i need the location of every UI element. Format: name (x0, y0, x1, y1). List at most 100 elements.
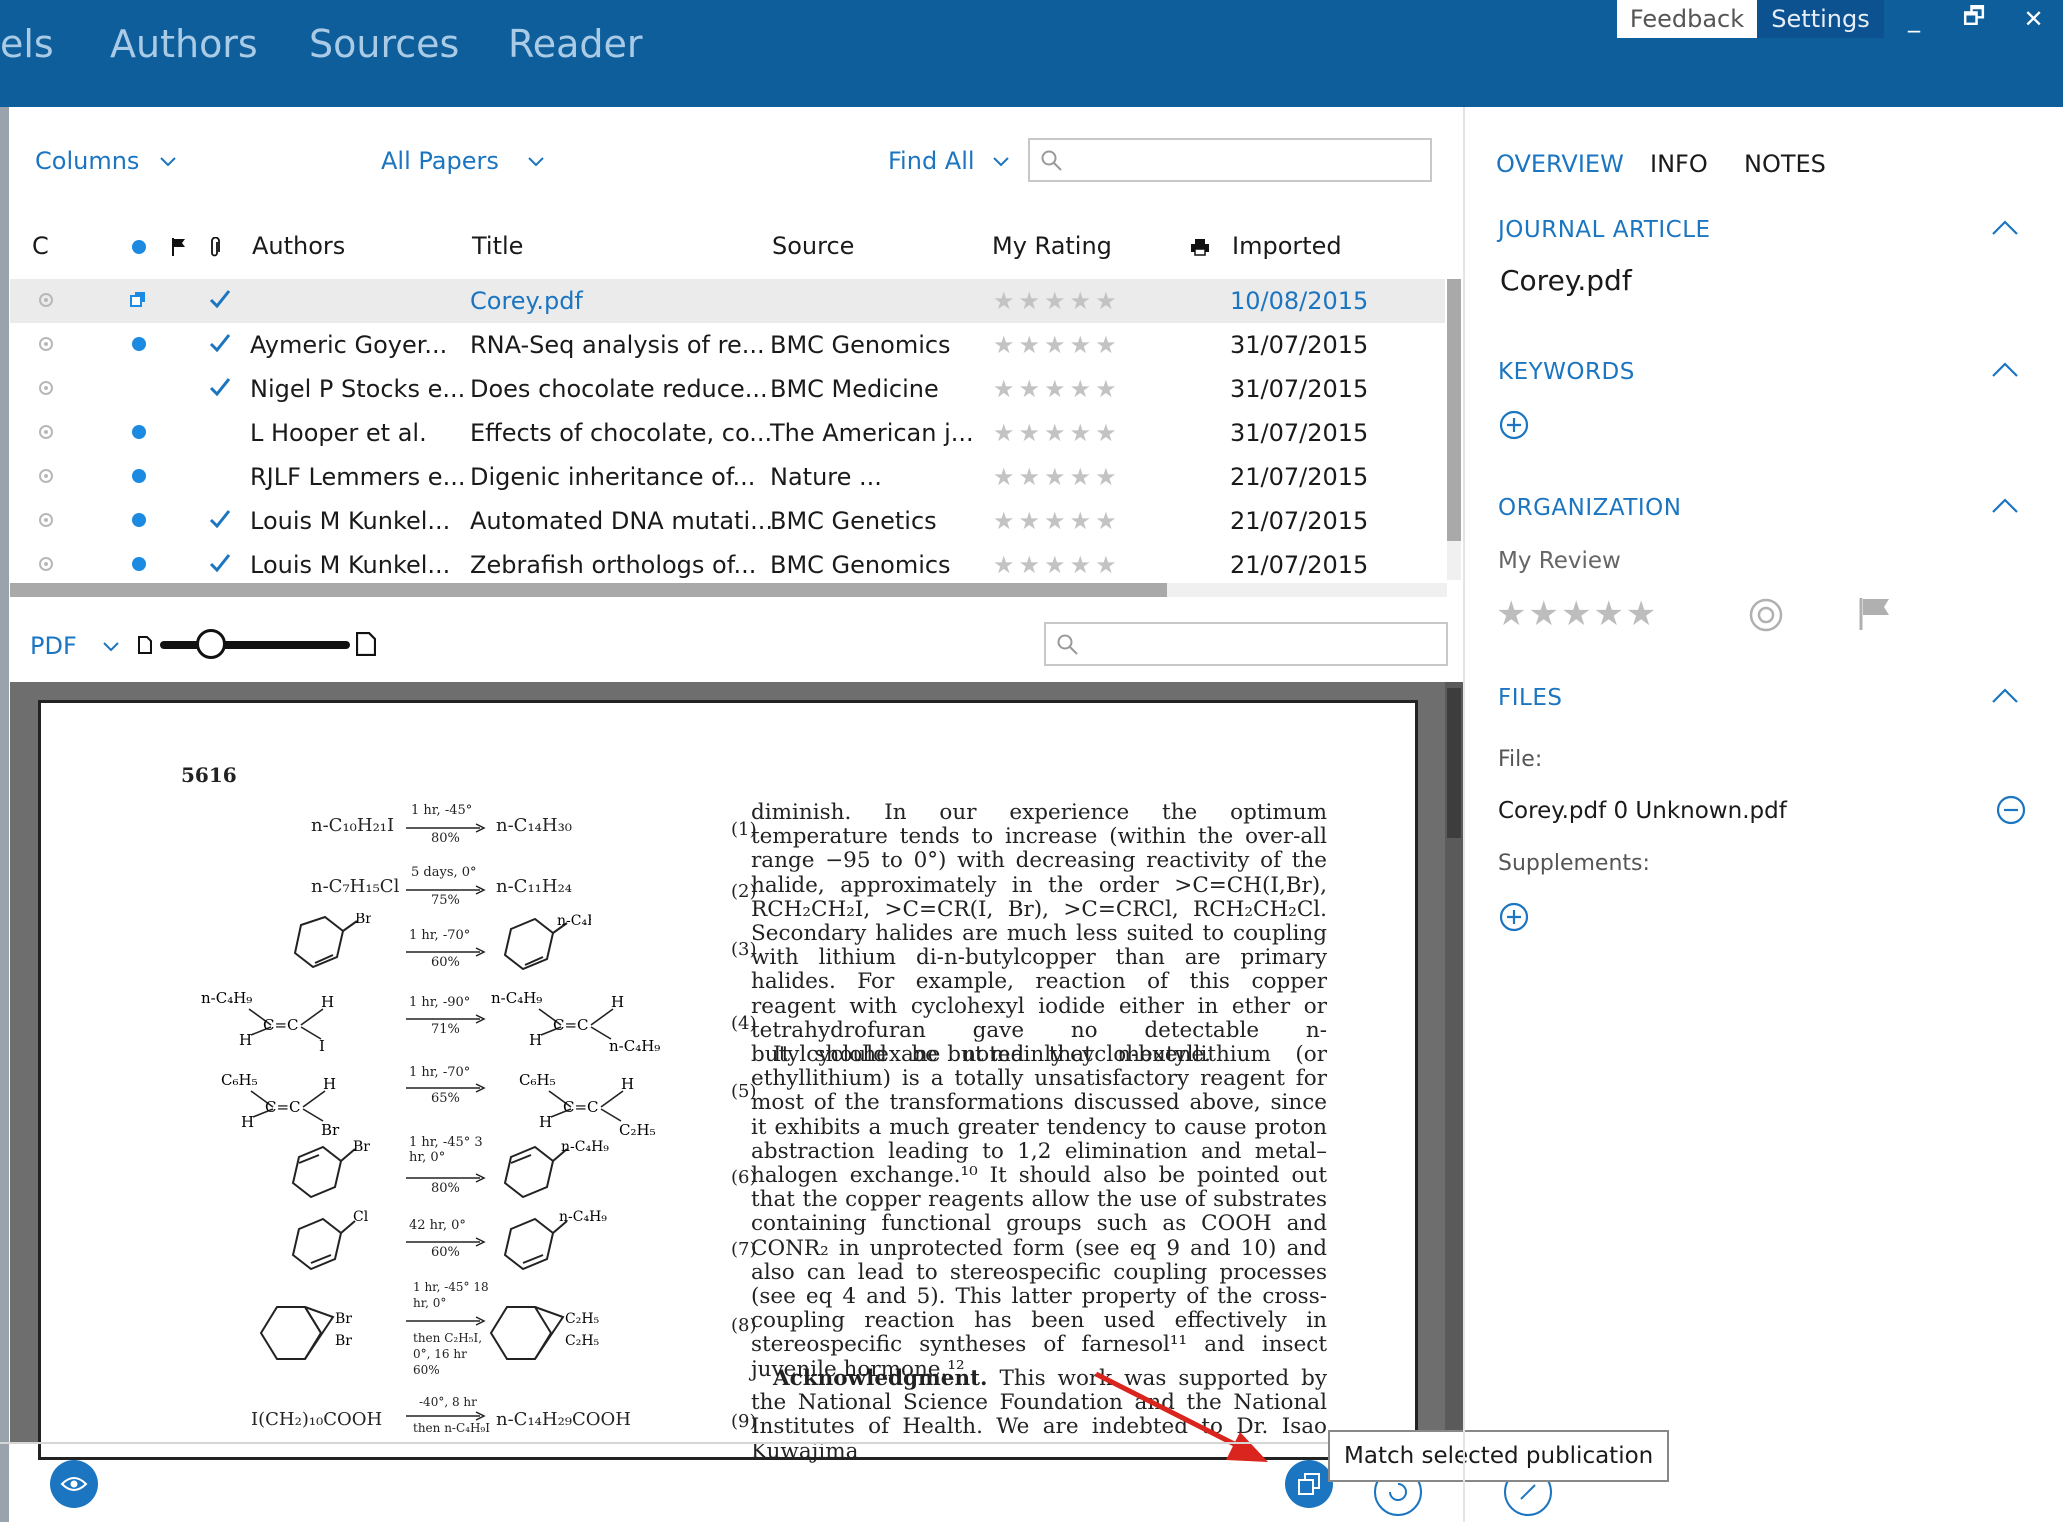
col-header-unread-icon[interactable] (132, 240, 146, 254)
organization-heading: ORGANIZATION (1498, 495, 1682, 521)
tab-notes[interactable]: NOTES (1744, 150, 1826, 178)
check-icon[interactable] (208, 287, 232, 311)
row-rating-stars[interactable]: ★★★★★ (993, 331, 1121, 359)
settings-button[interactable]: Settings (1757, 0, 1884, 38)
close-button[interactable]: ✕ (2004, 0, 2063, 38)
flag-icon[interactable] (1858, 596, 1892, 632)
read-status-icon[interactable] (1748, 597, 1784, 633)
add-supplement-icon[interactable] (1498, 901, 1530, 933)
all-papers-dropdown[interactable]: All Papers (381, 147, 545, 175)
check-icon[interactable] (208, 551, 232, 575)
row-rating-stars[interactable]: ★★★★★ (993, 551, 1121, 579)
chevron-up-icon[interactable] (1990, 492, 2020, 522)
columns-dropdown[interactable]: Columns (35, 147, 177, 175)
table-row[interactable]: RJLF Lemmers e... Digenic inheritance of… (10, 455, 1445, 499)
review-stars[interactable]: ★★★★★ (1496, 594, 1658, 634)
table-row[interactable]: Nigel P Stocks e... Does chocolate reduc… (10, 367, 1445, 411)
table-row[interactable]: Louis M Kunkel... Automated DNA mutati..… (10, 499, 1445, 543)
row-rating-stars[interactable]: ★★★★★ (993, 507, 1121, 535)
row-authors: RJLF Lemmers e... (250, 463, 466, 491)
row-rating-stars[interactable]: ★★★★★ (993, 287, 1121, 315)
tab-info[interactable]: INFO (1650, 150, 1708, 178)
library-search[interactable] (1028, 138, 1432, 182)
chevron-up-icon[interactable] (1990, 682, 2020, 712)
read-status-icon[interactable] (39, 425, 53, 439)
keywords-heading: KEYWORDS (1498, 359, 1635, 385)
chevron-up-icon[interactable] (1990, 214, 2020, 244)
remove-file-icon[interactable] (1995, 794, 2027, 826)
read-status-icon[interactable] (39, 557, 53, 571)
file-name[interactable]: Corey.pdf 0 Unknown.pdf (1498, 798, 1787, 824)
row-rating-stars[interactable]: ★★★★★ (993, 463, 1121, 491)
check-icon[interactable] (208, 375, 232, 399)
table-row[interactable]: L Hooper et al. Effects of chocolate, co… (10, 411, 1445, 455)
tab-reader[interactable]: Reader (508, 22, 642, 78)
read-status-icon[interactable] (39, 337, 53, 351)
eq9-yield: then n-C₄H₉I (413, 1421, 490, 1435)
library-search-input[interactable] (1074, 144, 1424, 176)
row-rating-stars[interactable]: ★★★★★ (993, 419, 1121, 447)
row-title: Corey.pdf (470, 287, 583, 315)
read-status-icon[interactable] (39, 293, 53, 307)
col-header-source[interactable]: Source (772, 232, 854, 260)
tab-overview[interactable]: OVERVIEW (1496, 150, 1624, 178)
sync-icon (1389, 1483, 1407, 1501)
read-status-icon[interactable] (39, 513, 53, 527)
chevron-up-icon[interactable] (1990, 356, 2020, 386)
supplements-label: Supplements: (1498, 851, 1650, 876)
tab-models[interactable]: els (0, 22, 54, 78)
list-hscroll-thumb[interactable] (10, 583, 1167, 597)
check-icon[interactable] (208, 331, 232, 355)
annotation-arrow (1094, 1371, 1268, 1462)
tab-sources[interactable]: Sources (309, 22, 459, 78)
flag-icon[interactable] (171, 237, 187, 257)
view-mode-label: PDF (30, 632, 77, 660)
eq4-condition: 1 hr, -90° (409, 995, 471, 1010)
document-search[interactable] (1044, 622, 1448, 666)
paperclip-icon[interactable] (209, 237, 221, 259)
row-title: Effects of chocolate, co... (470, 419, 773, 447)
eq2-reactant: n-C₇H₁₅Cl (311, 876, 400, 897)
check-icon[interactable] (208, 507, 232, 531)
row-rating-stars[interactable]: ★★★★★ (993, 375, 1121, 403)
eye-button[interactable] (50, 1460, 98, 1508)
eq6-yield: 80% (431, 1181, 460, 1196)
read-status-icon[interactable] (39, 469, 53, 483)
svg-text:C₂H₅: C₂H₅ (565, 1311, 600, 1327)
pdf-scrollbar-thumb[interactable] (1447, 688, 1461, 838)
col-header-authors[interactable]: Authors (252, 232, 345, 260)
files-heading: FILES (1498, 685, 1563, 711)
row-imported: 21/07/2015 (1230, 507, 1369, 535)
print-icon[interactable] (1190, 238, 1210, 256)
add-keyword-icon[interactable] (1498, 409, 1530, 441)
svg-text:n-C₄H₉: n-C₄H₉ (559, 1209, 607, 1225)
table-row[interactable]: Corey.pdf ★★★★★ 10/08/2015 (10, 279, 1445, 323)
svg-text:Cl: Cl (353, 1209, 369, 1225)
row-title: RNA-Seq analysis of re... (470, 331, 765, 359)
col-header-c[interactable]: C (32, 232, 49, 260)
feedback-button[interactable]: Feedback (1617, 0, 1757, 38)
minimize-button[interactable]: _ (1884, 0, 1944, 38)
zoom-slider-track[interactable] (160, 641, 350, 649)
find-all-dropdown[interactable]: Find All (888, 147, 1010, 175)
tab-authors[interactable]: Authors (110, 22, 258, 78)
list-scrollbar-thumb[interactable] (1447, 279, 1461, 541)
table-row[interactable]: Aymeric Goyer... RNA-Seq analysis of re.… (10, 323, 1445, 367)
col-header-rating[interactable]: My Rating (992, 232, 1112, 260)
col-header-imported[interactable]: Imported (1232, 232, 1342, 260)
table-row[interactable]: Louis M Kunkel... Zebrafish orthologs of… (10, 543, 1445, 587)
eq1-reactant: n-C₁₀H₂₁I (311, 815, 395, 836)
eq5-condition: 1 hr, -70° (409, 1065, 471, 1080)
chevron-down-icon (160, 157, 176, 167)
zoom-slider-thumb[interactable] (196, 629, 227, 659)
journal-article-heading: JOURNAL ARTICLE (1498, 217, 1711, 243)
duplicate-icon[interactable] (130, 291, 146, 307)
col-header-title[interactable]: Title (472, 232, 523, 260)
row-imported: 31/07/2015 (1230, 419, 1369, 447)
row-source: BMC Genetics (770, 507, 937, 535)
match-publication-button[interactable] (1285, 1460, 1333, 1508)
butylcyclohexene-structure: n-C₄H₉ (503, 1209, 607, 1271)
read-status-icon[interactable] (39, 381, 53, 395)
restore-button[interactable]: 🗗 (1944, 0, 2004, 38)
view-mode-dropdown[interactable]: PDF (30, 632, 120, 660)
